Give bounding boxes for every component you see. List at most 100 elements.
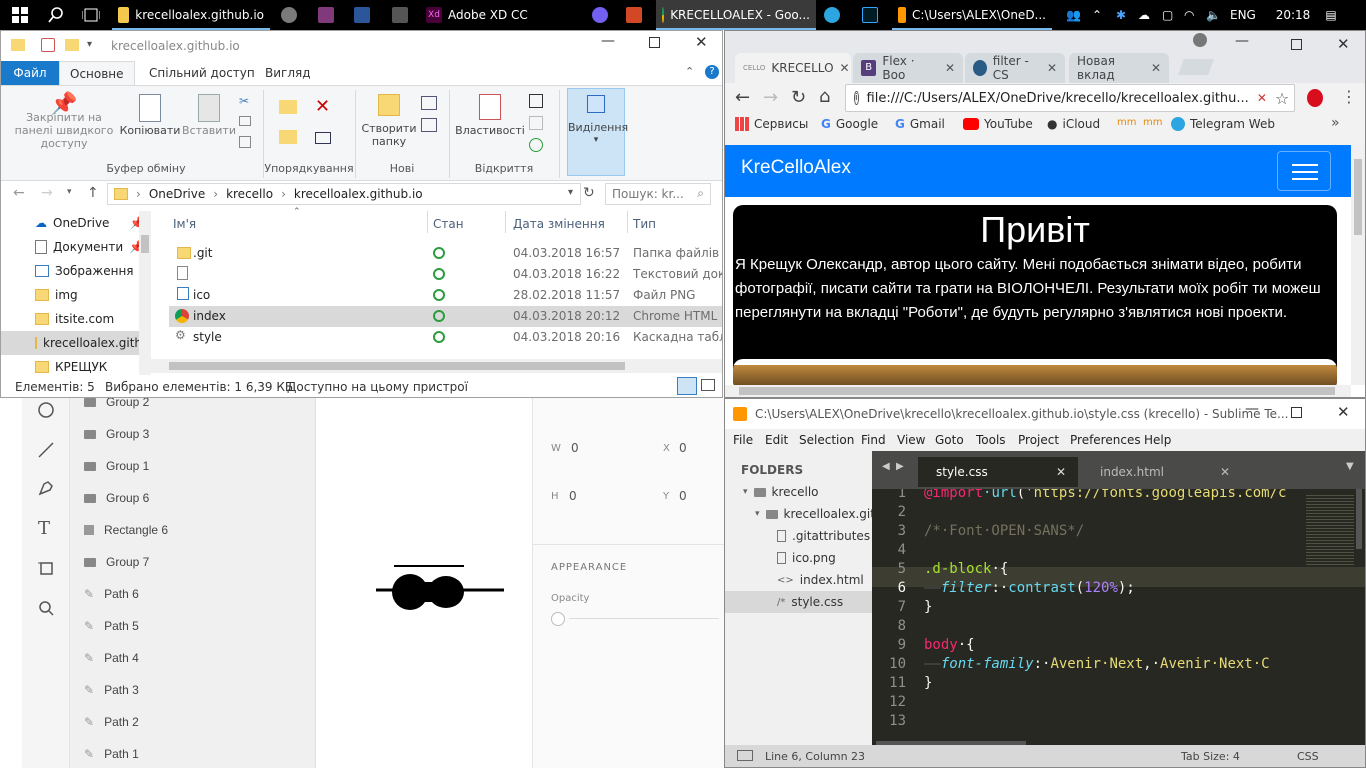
refresh-icon[interactable]: ↻ — [583, 185, 595, 201]
up-icon[interactable]: ↑ — [87, 185, 99, 201]
search-input[interactable]: Пошук: kr... ⌕ — [605, 183, 711, 205]
tab-krecello[interactable]: CELLO KRECELLO ✕ — [735, 53, 851, 83]
properties-button[interactable]: Властивості — [453, 94, 527, 137]
minimize-icon[interactable]: — — [1245, 401, 1259, 417]
search-icon[interactable] — [40, 0, 72, 30]
close-tab-icon[interactable]: ✕ — [1047, 61, 1057, 75]
minimize-icon[interactable]: — — [601, 33, 615, 49]
bookmark-apps[interactable]: Сервисы — [735, 117, 808, 131]
clock[interactable]: 20:18 — [1270, 8, 1316, 22]
layer-item[interactable]: Group 6 — [84, 482, 149, 514]
layer-item[interactable]: ✎ Path 3 — [84, 674, 139, 706]
navbar-toggle-button[interactable] — [1277, 151, 1331, 191]
layer-item[interactable]: ✎ Path 1 — [84, 738, 139, 770]
menu-find[interactable]: Find — [861, 433, 886, 447]
taskbar-app-xd[interactable]: Xd Adobe XD CC — [420, 0, 584, 30]
chevron-up-icon[interactable]: ⌃ — [1092, 8, 1116, 22]
layer-item[interactable]: ✎ Path 2 — [84, 706, 139, 738]
column-header-name[interactable]: Ім'я — [173, 217, 196, 231]
viber-icon[interactable] — [588, 0, 612, 30]
maximize-icon[interactable] — [649, 37, 660, 48]
onenote-icon[interactable] — [314, 0, 338, 30]
app-icon-1[interactable] — [278, 0, 300, 30]
menu-help[interactable]: Help — [1144, 433, 1171, 447]
more-bookmarks-icon[interactable]: » — [1331, 115, 1340, 131]
x-field[interactable]: 0 — [679, 441, 687, 455]
tab-flex-bootstrap[interactable]: B Flex · Boo ✕ — [853, 53, 963, 83]
nav-item-onedrive[interactable]: ☁ OneDrive 📌 — [35, 211, 144, 235]
menu-tools[interactable]: Tools — [976, 433, 1006, 447]
new-tab-button[interactable] — [1178, 59, 1214, 75]
layer-item[interactable]: ✎ Path 5 — [84, 610, 139, 642]
photoshop-icon[interactable] — [858, 0, 882, 30]
copy-to-icon[interactable] — [279, 130, 297, 144]
layer-item[interactable]: ✎ Path 4 — [84, 642, 139, 674]
file-row[interactable]: ⚙ style 04.03.2018 20:16 Каскадна таблиц — [169, 327, 722, 348]
paste-shortcut-icon[interactable] — [239, 136, 251, 148]
task-view-icon[interactable] — [76, 0, 106, 30]
bookmark-icloud[interactable]: ● iCloud — [1047, 117, 1100, 131]
back-icon[interactable]: ← — [735, 87, 750, 108]
move-to-icon[interactable] — [279, 100, 297, 114]
back-icon[interactable]: ← — [13, 185, 25, 201]
delete-icon[interactable]: ✕ — [315, 96, 330, 117]
cello-artwork-icon[interactable] — [372, 560, 512, 616]
editor-scrollbar[interactable] — [1356, 489, 1362, 549]
menu-view[interactable]: View — [897, 433, 925, 447]
powerpoint-icon[interactable] — [622, 0, 646, 30]
home-icon[interactable]: ⌂ — [819, 86, 830, 107]
collapse-ribbon-icon[interactable]: ⌃ — [685, 65, 694, 78]
volume-icon[interactable]: 🔈 — [1206, 8, 1230, 22]
breadcrumb-item[interactable]: krecelloalex.github.io — [294, 187, 423, 201]
file-row[interactable]: .git 04.03.2018 16:57 Папка файлів — [169, 243, 722, 264]
easy-access-icon[interactable] — [421, 118, 437, 132]
column-header-status[interactable]: Стан — [433, 217, 464, 231]
address-dropdown-icon[interactable]: ▾ — [568, 187, 573, 198]
copy-path-icon[interactable] — [239, 116, 251, 126]
minimize-icon[interactable]: — — [1235, 33, 1249, 49]
bluetooth-icon[interactable]: ✱ — [1116, 8, 1138, 22]
minimap[interactable] — [1306, 495, 1354, 565]
close-tab-icon[interactable]: ✕ — [1056, 465, 1066, 479]
artboard-tool-icon[interactable] — [38, 560, 54, 576]
nav-item-documents[interactable]: Документи 📌 — [35, 235, 144, 259]
network-icon[interactable]: ▢ — [1162, 8, 1184, 22]
forward-icon[interactable]: → — [41, 185, 53, 201]
people-icon[interactable]: 👥 — [1066, 8, 1088, 22]
notification-icon[interactable]: ▤ — [1316, 8, 1346, 22]
code-editor[interactable]: 1 2 3 4 5 6 7 8 9 10 11 12 13 @import·url('https://f… — [872, 489, 1365, 741]
close-tab-icon[interactable]: ✕ — [840, 61, 850, 75]
page-scrollbar[interactable] — [1351, 145, 1365, 385]
height-field[interactable]: 0 — [569, 489, 577, 503]
copy-button[interactable]: Копіювати — [119, 94, 181, 137]
menu-preferences[interactable]: Preferences — [1070, 433, 1141, 447]
open-icon[interactable] — [529, 94, 543, 108]
language-indicator[interactable]: ENG — [1230, 8, 1270, 22]
nav-scrollbar[interactable] — [139, 211, 151, 375]
url-bar[interactable]: i file:///C:/Users/ALEX/OneDrive/krecell… — [845, 84, 1295, 112]
layer-item[interactable]: Rectangle 6 — [84, 514, 168, 546]
taskbar-app-sublime[interactable]: C:\Users\ALEX\OneD... — [892, 0, 1052, 30]
telegram-icon[interactable] — [820, 0, 844, 30]
menu-project[interactable]: Project — [1018, 433, 1059, 447]
breadcrumb-item[interactable]: OneDrive — [149, 187, 205, 201]
bookmark-telegram[interactable]: Telegram Web — [1171, 117, 1275, 131]
bookmark-google[interactable]: G Google — [821, 117, 878, 131]
tree-folder-krecello[interactable]: ▾ krecello — [743, 481, 819, 503]
tab-size-selector[interactable]: Tab Size: 4 — [1181, 750, 1240, 763]
tab-index-html[interactable]: index.html ✕ — [1082, 457, 1242, 487]
tree-folder-krecelloalex[interactable]: ▾ krecelloalex.gith — [755, 503, 883, 525]
help-icon[interactable]: ? — [705, 65, 719, 79]
new-folder-quick-icon[interactable] — [65, 39, 79, 51]
paste-button[interactable]: Вставити — [179, 94, 239, 137]
column-header-type[interactable]: Тип — [633, 217, 656, 231]
close-tab-icon[interactable]: ✕ — [1151, 61, 1161, 75]
tab-next-icon[interactable]: ▶ — [896, 461, 904, 472]
text-tool-icon[interactable]: T — [38, 518, 50, 539]
column-header-date[interactable]: Дата змінення — [513, 217, 605, 231]
tab-filter-css[interactable]: filter - CS ✕ — [965, 53, 1065, 83]
nav-item-itsite[interactable]: itsite.com — [35, 307, 114, 331]
tab-prev-icon[interactable]: ◀ — [882, 461, 890, 472]
close-tab-icon[interactable]: ✕ — [945, 61, 955, 75]
bookmark-star-icon[interactable]: ☆ — [1275, 89, 1295, 108]
